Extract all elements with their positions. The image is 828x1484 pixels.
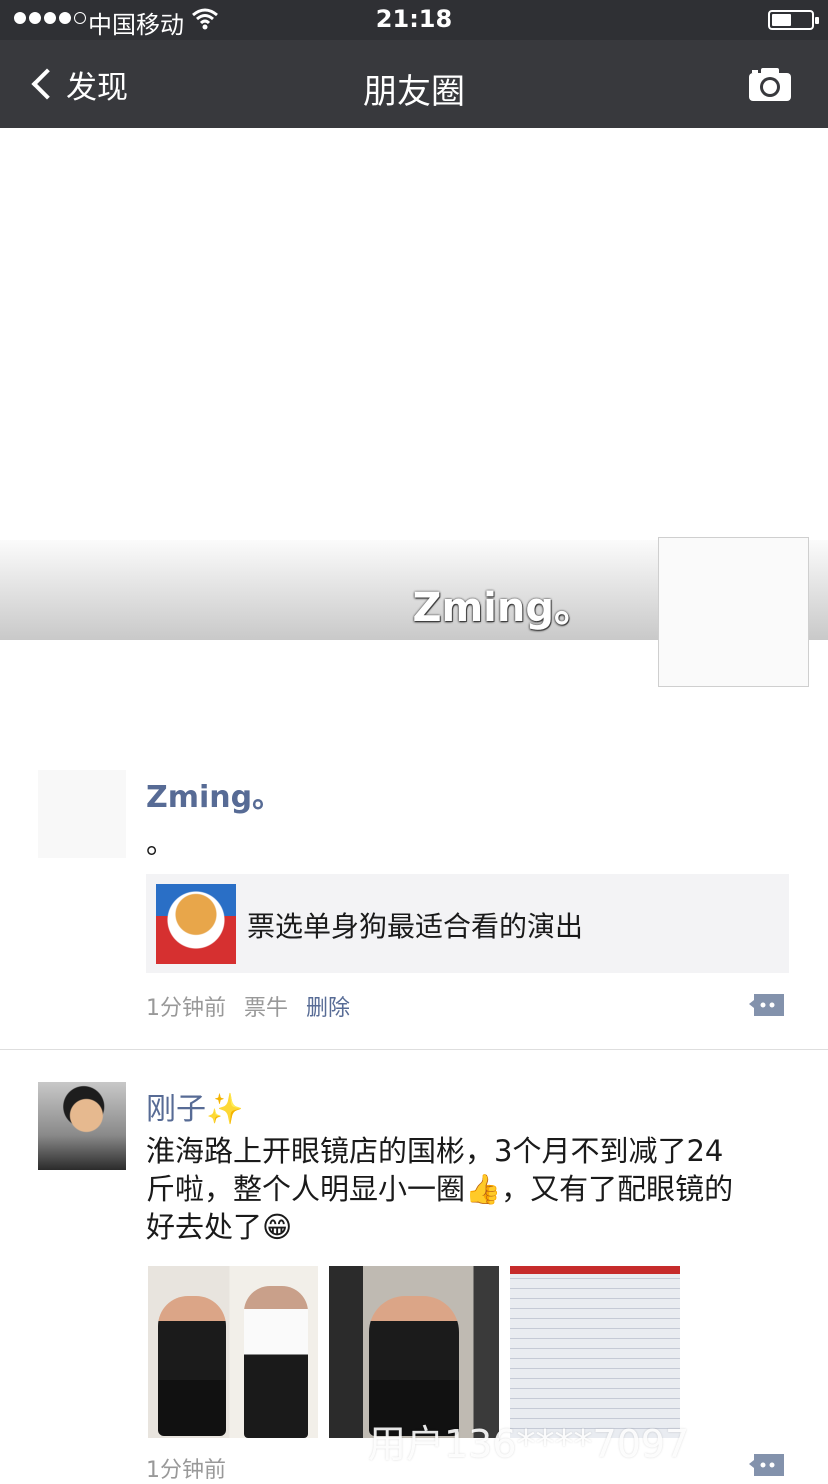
author-name[interactable]: 刚子✨ bbox=[146, 1084, 243, 1128]
shared-link-card[interactable]: 票选单身狗最适合看的演出 bbox=[146, 874, 789, 973]
post-text: 。 bbox=[146, 826, 176, 860]
avatar[interactable] bbox=[38, 770, 126, 858]
avatar[interactable] bbox=[38, 1082, 126, 1170]
post-time: 1分钟前 bbox=[146, 996, 226, 1021]
clock: 21:18 bbox=[375, 5, 453, 33]
post-source[interactable]: 票牛 bbox=[244, 990, 288, 1022]
link-thumbnail bbox=[156, 884, 236, 964]
delete-link[interactable]: 删除 bbox=[306, 990, 350, 1022]
navigation-bar: 发现 朋友圈 bbox=[0, 40, 828, 128]
moment-post: Zming。 。 票选单身狗最适合看的演出 1分钟前 票牛 删除 bbox=[0, 760, 828, 1050]
post-text-line: 好去处了😁 bbox=[146, 1210, 293, 1244]
post-time: 1分钟前 bbox=[146, 1458, 226, 1483]
post-text-line: 淮海路上开眼镜店的国彬，3个月不到减了24 bbox=[146, 1134, 724, 1168]
link-title: 票选单身狗最适合看的演出 bbox=[247, 910, 584, 943]
author-name[interactable]: Zming。 bbox=[146, 772, 282, 816]
post-text-line: 斤啦，整个人明显小一圈👍，又有了配眼镜的 bbox=[146, 1172, 734, 1206]
battery-icon bbox=[768, 10, 819, 30]
camera-icon[interactable] bbox=[748, 66, 792, 102]
profile-name: Zming。 bbox=[412, 585, 594, 631]
post-photo[interactable] bbox=[148, 1266, 318, 1438]
profile-avatar[interactable] bbox=[658, 537, 809, 687]
page-title: 朋友圈 bbox=[363, 72, 465, 112]
post-text: 淮海路上开眼镜店的国彬，3个月不到减了24 斤啦，整个人明显小一圈👍，又有了配眼… bbox=[146, 1132, 786, 1246]
status-bar: 中国移动 21:18 bbox=[0, 0, 828, 40]
post-meta: 1分钟前 票牛 删除 bbox=[146, 990, 350, 1022]
post-meta: 1分钟前 bbox=[146, 1452, 226, 1484]
comment-icon[interactable] bbox=[748, 1452, 786, 1480]
watermark-text: 用户136****7097 bbox=[368, 1422, 690, 1466]
comment-icon[interactable] bbox=[748, 992, 786, 1020]
